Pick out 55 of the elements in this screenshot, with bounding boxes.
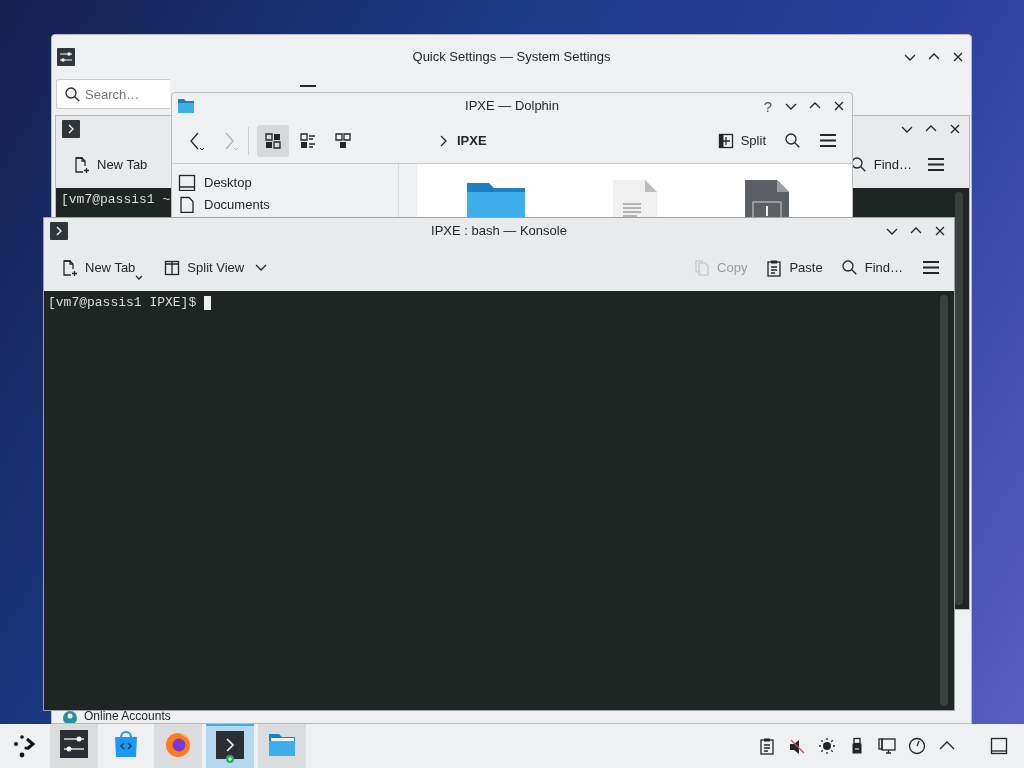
folder-icon[interactable] — [467, 180, 525, 217]
clipboard-icon — [765, 258, 784, 277]
new-tab-button[interactable]: New Tab — [61, 257, 136, 278]
caret-icon[interactable] — [254, 262, 269, 273]
terminal-prompt: [vm7@passis1 IPXE]$ — [48, 294, 197, 312]
terminal-icon — [50, 222, 68, 240]
desktop-icon — [178, 174, 196, 191]
menu-icon[interactable] — [298, 82, 318, 90]
compact-view-icon — [299, 132, 317, 150]
network-icon[interactable] — [878, 737, 896, 755]
gauge-icon[interactable] — [908, 737, 926, 755]
terminal-icon — [216, 731, 244, 763]
columns-icon — [163, 258, 182, 277]
window-title: Quick Settings — System Settings — [412, 48, 611, 67]
document-icon — [178, 196, 196, 213]
launcher-icon[interactable] — [12, 733, 38, 759]
task-button[interactable] — [206, 724, 254, 768]
task-button[interactable] — [50, 724, 98, 768]
show-desktop-icon[interactable] — [990, 737, 1008, 755]
settings-sliders-icon — [57, 48, 75, 66]
muted-speaker-icon[interactable] — [788, 737, 806, 755]
help-button[interactable]: ? — [761, 98, 775, 114]
window-title: IPXE — Dolphin — [465, 97, 559, 116]
search-field[interactable]: Search… — [56, 79, 170, 109]
split-panel-icon — [716, 132, 735, 150]
search-icon — [64, 86, 80, 102]
brightness-icon[interactable] — [818, 737, 836, 755]
terminal-line: [vm7@passis1 ~ — [61, 191, 171, 209]
breadcrumb-item[interactable]: IPXE — [457, 131, 487, 151]
grid-view-icon — [264, 132, 282, 150]
search-icon — [840, 258, 859, 277]
text-cursor — [204, 295, 212, 310]
view-mode-button[interactable] — [257, 125, 289, 157]
tree-view-icon — [334, 132, 352, 150]
place-item[interactable]: Desktop — [178, 174, 398, 191]
clipboard-icon[interactable] — [758, 737, 776, 755]
terminal-icon — [62, 120, 80, 138]
split-button[interactable]: Split — [716, 131, 766, 151]
copy-icon — [693, 258, 712, 277]
sidebar-item[interactable]: Online Accounts — [52, 710, 971, 723]
split-view-button[interactable]: Split View — [163, 257, 245, 278]
file-icon[interactable] — [745, 180, 789, 217]
place-item[interactable]: Documents — [178, 196, 398, 213]
folder-icon — [177, 97, 195, 115]
search-icon[interactable] — [784, 132, 802, 150]
document-plus-icon — [61, 258, 79, 277]
task-button[interactable] — [154, 724, 202, 768]
chevron-right-icon — [438, 134, 448, 148]
new-tab-button[interactable]: New Tab — [73, 155, 148, 175]
paste-button[interactable]: Paste — [765, 257, 823, 278]
find-button[interactable]: Find… — [849, 155, 912, 175]
window-title: IPXE : bash — Konsole — [431, 222, 567, 241]
document-plus-icon — [73, 156, 91, 174]
caret-icon[interactable] — [135, 274, 144, 282]
find-button[interactable]: Find… — [840, 257, 903, 278]
